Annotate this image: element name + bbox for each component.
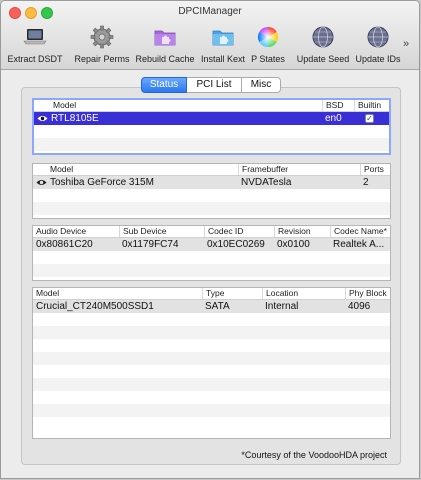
empty-row [34,138,389,151]
puzzle-folder-icon [154,30,176,46]
kext-folder-icon [212,30,234,46]
storage-location-cell: Internal [265,301,299,312]
ports-cell: 2 [363,177,369,188]
tab-misc[interactable]: Misc [242,77,281,93]
column-header[interactable]: Framebuffer [238,164,360,175]
storage-type-cell: SATA [205,301,230,312]
update-seed-button[interactable]: Update Seed [293,25,353,67]
laptop-icon [23,29,47,45]
codec-name-cell: Realtek A... [333,239,385,250]
graphics-model-cell: Toshiba GeForce 315M [50,177,154,188]
audio-device-cell: 0x80861C20 [36,239,93,250]
table-row[interactable]: 0x80861C20 0x1179FC74 0x10EC0269 0x0100 … [33,238,390,251]
column-header[interactable]: Audio Device [33,226,119,237]
tab-status[interactable]: Status [141,77,187,93]
sub-device-cell: 0x1179FC74 [122,239,179,250]
window-title: DPCIManager [178,6,242,17]
column-header[interactable]: Phy Block [345,288,392,299]
graphics-table[interactable]: Model Framebuffer Ports Toshiba GeForce … [32,163,391,219]
framebuffer-cell: NVDATesla [241,177,292,188]
column-header[interactable]: Sub Device [119,226,204,237]
title-bar: DPCIManager Extract DSDT Repair Perms Re… [1,1,419,70]
table-row[interactable]: RTL8105E en0 ✓ [34,112,389,125]
builtin-checkbox[interactable]: ✓ [365,114,374,123]
toolbar-overflow-icon[interactable]: » [403,38,409,50]
table-header: Model Framebuffer Ports [33,164,390,176]
column-header[interactable]: Codec ID [204,226,274,237]
revision-cell: 0x0100 [277,239,310,250]
storage-model-cell: Crucial_CT240M500SSD1 [36,301,154,312]
voodoohda-credit: *Courtesy of the VoodooHDA project [241,450,387,460]
color-wheel-icon [257,26,279,48]
table-row[interactable]: Toshiba GeForce 315M NVDATesla 2 [33,176,390,189]
column-header[interactable]: Model [33,288,202,299]
empty-row [33,352,390,365]
column-header[interactable]: Revision [274,226,330,237]
rebuild-cache-button[interactable]: Rebuild Cache [133,25,197,67]
toolbar-label: Update Seed [296,54,350,64]
network-table[interactable]: Model BSD Builtin RTL8105E en0 ✓ [32,98,391,155]
column-header[interactable]: BSD [322,100,354,111]
update-ids-button[interactable]: Update IDs [353,25,403,67]
empty-row [33,404,390,417]
empty-row [33,202,390,215]
gear-icon [90,25,114,49]
column-header[interactable]: Model [47,164,238,175]
column-header[interactable]: Location [262,288,345,299]
column-header[interactable]: Codec Name* [330,226,392,237]
status-panel: Model BSD Builtin RTL8105E en0 ✓ Model F… [21,87,401,465]
empty-row [33,378,390,391]
tab-pci-list[interactable]: PCI List [187,77,242,93]
codec-id-cell: 0x10EC0269 [207,239,265,250]
install-kext-button[interactable]: Install Kext [197,25,249,67]
repair-perms-button[interactable]: Repair Perms [71,25,133,67]
table-row[interactable]: Crucial_CT240M500SSD1 SATA Internal 4096 [33,300,390,313]
eye-icon [37,116,48,121]
empty-row [33,264,390,277]
toolbar-label: Update IDs [355,54,401,64]
network-model-cell: RTL8105E [51,113,99,124]
table-header: Model BSD Builtin [34,100,389,112]
toolbar-label: Extract DSDT [7,54,63,64]
toolbar-label: Repair Perms [74,54,130,64]
audio-table[interactable]: Audio Device Sub Device Codec ID Revisio… [32,225,391,281]
column-header[interactable]: Builtin [354,100,394,111]
empty-row [33,326,390,339]
table-header: Audio Device Sub Device Codec ID Revisio… [33,226,390,238]
network-bsd-cell: en0 [325,113,342,124]
phy-block-cell: 4096 [348,301,371,312]
update-globe-icon [367,26,389,48]
toolbar-label: P States [251,54,285,64]
eye-icon [36,180,47,185]
table-header: Model Type Location Phy Block [33,288,390,300]
storage-table[interactable]: Model Type Location Phy Block Crucial_CT… [32,287,391,439]
app-window: DPCIManager Extract DSDT Repair Perms Re… [0,0,420,479]
column-header[interactable]: Ports [360,164,392,175]
toolbar-label: Rebuild Cache [135,54,195,64]
p-states-button[interactable]: P States [247,25,289,67]
extract-dsdt-button[interactable]: Extract DSDT [5,25,65,67]
column-header[interactable]: Model [50,100,322,111]
toolbar-label: Install Kext [200,54,246,64]
update-globe-icon [312,26,334,48]
column-header[interactable]: Type [202,288,262,299]
